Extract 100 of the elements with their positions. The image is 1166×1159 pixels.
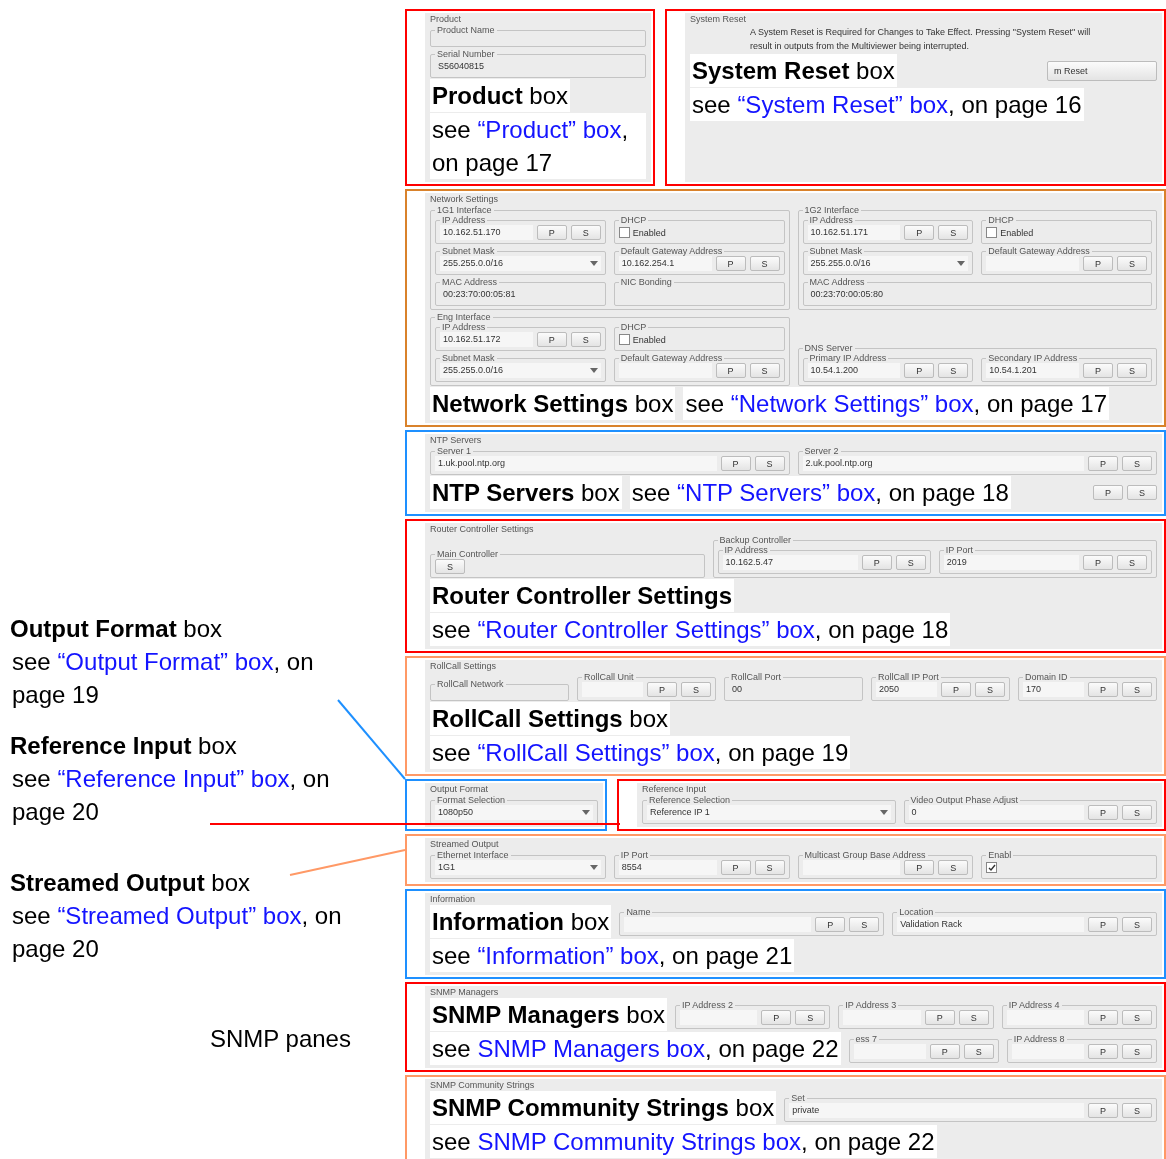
letter-button[interactable]: P [536,225,567,240]
text-field[interactable]: Validation Rack [897,917,1084,932]
letter-button[interactable]: S [958,1010,989,1025]
letter-button[interactable]: S [749,363,780,378]
text-field[interactable]: 2.uk.pool.ntp.org [802,456,1084,471]
letter-button[interactable]: S [749,256,780,271]
letter-button[interactable]: P [1088,1044,1118,1059]
letter-button[interactable]: S [963,1044,994,1059]
reset-button[interactable]: m Reset [1047,60,1157,81]
page-link[interactable]: “System Reset” box [737,91,949,118]
letter-button[interactable]: P [1088,1103,1118,1118]
dropdown-field[interactable]: 255.255.0.0/16 [807,256,969,271]
checkbox[interactable] [618,227,630,238]
letter-button[interactable]: S [435,559,465,574]
letter-button[interactable]: S [1117,256,1147,271]
text-field[interactable]: 0 [908,805,1084,820]
letter-button[interactable]: S [1122,1044,1152,1059]
letter-button[interactable]: P [1088,1010,1118,1025]
panel-title: Reference Input [642,784,708,794]
text-field[interactable]: 1.uk.pool.ntp.org [435,456,717,471]
letter-button[interactable]: S [1117,363,1147,378]
panel-title: Streamed Output [430,839,500,849]
letter-button[interactable]: P [904,860,935,875]
letter-button[interactable]: P [924,1010,955,1025]
letter-button[interactable]: P [1088,917,1118,932]
letter-button[interactable]: S [1122,682,1152,697]
letter-button[interactable]: S [1117,555,1147,570]
letter-button[interactable]: S [754,860,785,875]
letter-button[interactable]: P [904,225,935,240]
letter-button[interactable]: P [861,555,892,570]
field-label: DHCP [987,215,1015,225]
text-field[interactable]: 10.162.51.172 [440,332,533,347]
letter-button[interactable]: S [795,1010,826,1025]
letter-button[interactable]: S [681,682,711,697]
letter-button[interactable]: S [1127,485,1157,500]
callout-heading: Reference Input box [10,731,238,761]
page-link[interactable]: “Reference Input” box [57,765,290,792]
page-link[interactable]: “Streamed Output” box [57,902,302,929]
text-field[interactable]: 10.162.5.47 [722,555,858,570]
dropdown-field[interactable]: Reference IP 1 [647,805,891,820]
page-link[interactable]: “NTP Servers” box [677,479,876,506]
letter-button[interactable]: P [720,860,751,875]
letter-button[interactable]: P [929,1044,960,1059]
page-link[interactable]: “Information” box [477,942,659,969]
letter-button[interactable]: S [975,682,1005,697]
text-field[interactable]: 2050 [876,682,937,697]
text-field[interactable]: 10.54.1.201 [986,363,1079,378]
letter-button[interactable]: P [715,363,746,378]
dropdown-field[interactable]: 1080p50 [435,805,593,820]
letter-button[interactable]: P [815,917,846,932]
text-field[interactable]: 10.162.51.170 [440,225,533,240]
text-field[interactable]: private [789,1103,1084,1118]
letter-button[interactable]: P [1083,256,1113,271]
letter-button[interactable]: P [715,256,746,271]
letter-button[interactable]: P [1088,682,1118,697]
letter-button[interactable]: S [1122,917,1152,932]
letter-button[interactable]: S [938,225,969,240]
letter-button[interactable]: P [1083,555,1113,570]
letter-button[interactable]: P [761,1010,792,1025]
text-field[interactable]: 8554 [618,860,717,875]
dropdown-field[interactable]: 255.255.0.0/16 [440,363,601,378]
letter-button[interactable]: P [1083,363,1113,378]
letter-button[interactable]: P [941,682,971,697]
text-field[interactable]: 10.162.254.1 [618,256,712,271]
text-field[interactable]: 10.54.1.200 [807,363,901,378]
page-link[interactable]: “Output Format” box [57,648,274,675]
page-link[interactable]: “Network Settings” box [730,390,974,417]
page-link[interactable]: “Product” box [477,116,622,143]
panel-title: Network Settings [430,194,500,204]
letter-button[interactable]: S [570,332,601,347]
letter-button[interactable]: P [720,456,751,471]
letter-button[interactable]: S [1122,456,1152,471]
letter-button[interactable]: S [1122,1103,1152,1118]
dropdown-field[interactable]: 1G1 [435,860,601,875]
letter-button[interactable]: P [1093,485,1123,500]
letter-button[interactable]: P [536,332,567,347]
letter-button[interactable]: S [1122,1010,1152,1025]
dropdown-field[interactable]: 255.255.0.0/16 [440,256,601,271]
checkbox[interactable] [986,862,998,873]
checkbox[interactable] [986,227,998,238]
page-link[interactable]: “Router Controller Settings” box [477,616,815,643]
field-label: IP Address [441,215,487,225]
text-field[interactable]: 170 [1023,682,1084,697]
letter-button[interactable]: S [938,860,969,875]
letter-button[interactable]: S [754,456,785,471]
page-link[interactable]: “RollCall Settings” box [477,739,715,766]
page-link[interactable]: SNMP Managers box [477,1035,706,1062]
checkbox[interactable] [618,334,630,345]
letter-button[interactable]: P [1088,805,1118,820]
letter-button[interactable]: P [647,682,677,697]
letter-button[interactable]: P [904,363,935,378]
page-link[interactable]: SNMP Community Strings box [477,1128,802,1155]
letter-button[interactable]: S [895,555,926,570]
letter-button[interactable]: P [1088,456,1118,471]
letter-button[interactable]: S [1122,805,1152,820]
letter-button[interactable]: S [570,225,601,240]
text-field[interactable]: 2019 [943,555,1079,570]
text-field[interactable]: 10.162.51.171 [807,225,901,240]
letter-button[interactable]: S [938,363,969,378]
letter-button[interactable]: S [849,917,880,932]
